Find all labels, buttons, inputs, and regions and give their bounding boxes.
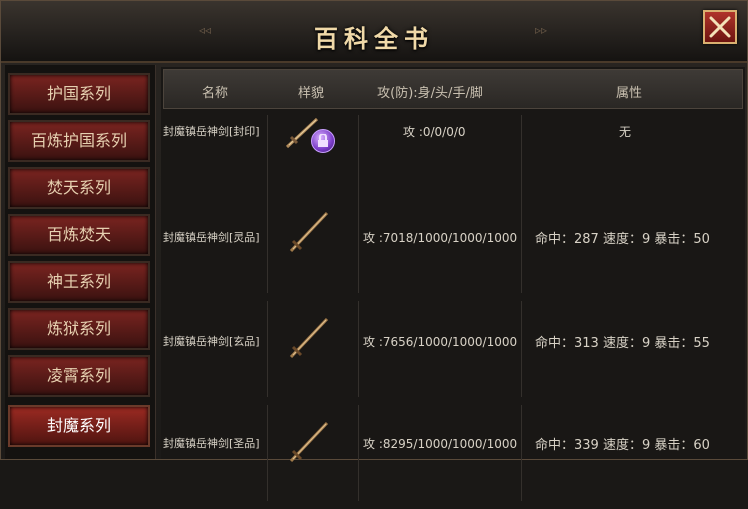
category-sidebar: 护国系列 百炼护国系列 焚天系列 百炼焚天 神王系列 炼狱系列 凌霄系列 封魔系… (5, 65, 156, 459)
item-name: 封魔镇岳神剑[玄品] (163, 335, 260, 348)
item-stats: 攻 :7018/1000/1000/1000 (363, 231, 518, 245)
sidebar-item-bailian-fentian[interactable]: 百炼焚天 (8, 214, 150, 256)
title-bar: ◃◃ 百科全书 ▹▹ (1, 1, 747, 63)
table-row[interactable]: 封魔镇岳神剑[灵品] 攻 :7018/1000/1000/1000 命中：287… (163, 197, 743, 301)
item-attributes: 命中：287 速度：9 暴击：50 (535, 232, 710, 247)
close-icon (709, 16, 731, 38)
header-name: 名称 (201, 86, 228, 101)
window-title: 百科全书 (314, 24, 434, 53)
sidebar-item-lianyu[interactable]: 炼狱系列 (8, 308, 150, 350)
encyclopedia-window: ◃◃ 百科全书 ▹▹ 护国系列 百炼护国系列 焚天系列 百炼焚天 神王系列 炼狱… (0, 0, 748, 501)
item-stats: 攻 :8295/1000/1000/1000 (363, 437, 518, 451)
item-stats: 攻 :7656/1000/1000/1000 (363, 335, 518, 349)
item-attributes: 命中：339 速度：9 暴击：60 (535, 438, 710, 453)
table-row[interactable]: 封魔镇岳神剑[玄品] 攻 :7656/1000/1000/1000 命中：313… (163, 301, 743, 405)
item-name: 封魔镇岳神剑[灵品] (163, 231, 260, 244)
header-appearance: 样貌 (297, 86, 324, 101)
table-row[interactable]: 封魔镇岳神剑[圣品] 攻 :8295/1000/1000/1000 命中：339… (163, 405, 743, 509)
sidebar-item-fengmo[interactable]: 封魔系列 (8, 405, 150, 447)
seal-icon (311, 129, 335, 153)
sword-icon (289, 421, 329, 463)
item-attributes: 命中：313 速度：9 暴击：55 (535, 336, 710, 351)
sword-icon (289, 211, 329, 253)
item-table: 名称 样貌 攻(防):身/头/手/脚 属性 封魔镇岳神剑[封印] 攻 :0/0/… (161, 67, 745, 501)
sidebar-item-huguo[interactable]: 护国系列 (8, 73, 150, 115)
sidebar-item-shenwang[interactable]: 神王系列 (8, 261, 150, 303)
header-stats: 攻(防):身/头/手/脚 (377, 86, 483, 101)
sidebar-item-lingxiao[interactable]: 凌霄系列 (8, 355, 150, 397)
sidebar-item-fentian[interactable]: 焚天系列 (8, 167, 150, 209)
header-attributes: 属性 (615, 86, 642, 101)
sword-icon (289, 317, 329, 359)
close-button[interactable] (703, 10, 737, 44)
item-name: 封魔镇岳神剑[封印] (163, 125, 260, 138)
item-stats: 攻 :0/0/0/0 (403, 125, 466, 139)
title-right-ornament: ▹▹ (535, 23, 548, 37)
sidebar-item-bailian-huguo[interactable]: 百炼护国系列 (8, 120, 150, 162)
item-attributes: 无 (619, 125, 632, 139)
item-name: 封魔镇岳神剑[圣品] (163, 437, 260, 450)
table-header: 名称 样貌 攻(防):身/头/手/脚 属性 (163, 69, 743, 109)
